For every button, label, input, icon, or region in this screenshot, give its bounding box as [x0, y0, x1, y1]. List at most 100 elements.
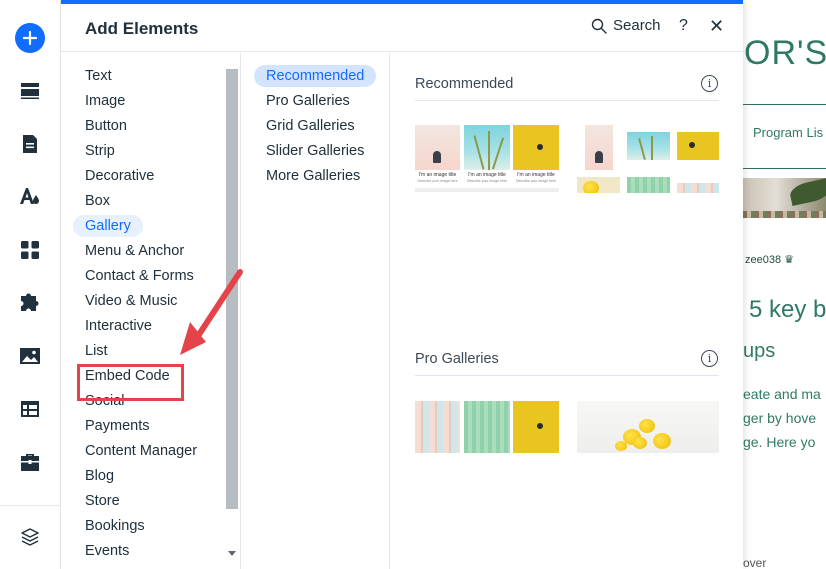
subcategory-recommended[interactable]: Recommended: [254, 65, 377, 87]
category-decorative[interactable]: Decorative: [73, 165, 166, 187]
thumb-subcaption: Describe your image here: [466, 179, 508, 183]
category-button[interactable]: Button: [73, 115, 139, 137]
section-divider: [415, 375, 719, 376]
category-store[interactable]: Store: [73, 490, 132, 512]
gallery-content: Recommended i I'm an image title I'm an …: [391, 53, 743, 569]
thumb-subcaption: Describe your image here: [515, 179, 557, 183]
site-paragraph-line: ger by hove: [743, 410, 817, 426]
apps-grid-icon: [21, 241, 39, 259]
panel-header: Add Elements Search ? ✕: [61, 4, 743, 52]
category-contact-forms[interactable]: Contact & Forms: [73, 265, 206, 287]
apps-button[interactable]: [10, 230, 50, 270]
subcategory-more-galleries[interactable]: More Galleries: [254, 165, 372, 187]
category-events[interactable]: Events: [73, 540, 141, 562]
gallery-thumbnail: [627, 132, 670, 160]
gallery-thumbnail: [513, 125, 559, 170]
category-content-manager[interactable]: Content Manager: [73, 440, 209, 462]
site-title: OR'S: [744, 34, 826, 72]
gallery-thumbnail: [415, 125, 460, 170]
puzzle-icon: [21, 293, 39, 311]
category-blog[interactable]: Blog: [73, 465, 126, 487]
info-icon[interactable]: i: [701, 75, 718, 92]
category-interactive[interactable]: Interactive: [73, 315, 164, 337]
gallery-thumbnail: [627, 177, 670, 193]
site-author: zee038 ♛: [745, 253, 794, 266]
category-menu-anchor[interactable]: Menu & Anchor: [73, 240, 196, 262]
section-title-pro-galleries: Pro Galleries: [415, 351, 499, 367]
lemon-shape: [633, 437, 647, 449]
category-bookings[interactable]: Bookings: [73, 515, 157, 537]
plant-shape: [488, 131, 490, 170]
gallery-preset-pro-slider[interactable]: [577, 401, 719, 453]
thumb-caption: I'm an image title: [468, 172, 506, 178]
plant-shape: [651, 136, 653, 160]
category-video-music[interactable]: Video & Music: [73, 290, 189, 312]
close-button[interactable]: ✕: [709, 16, 724, 37]
image-icon: [20, 348, 40, 364]
site-bottom-text: over: [743, 556, 767, 569]
info-icon[interactable]: i: [701, 350, 718, 367]
thumb-caption: I'm an image title: [418, 172, 457, 178]
business-apps-button[interactable]: [10, 283, 50, 323]
pages-button[interactable]: [10, 124, 50, 164]
gallery-thumbnail: [464, 125, 510, 170]
dot-shape: [537, 144, 543, 150]
plant-shape: [473, 135, 485, 170]
thumb-subcaption: Describe your image here: [417, 179, 458, 183]
category-text[interactable]: Text: [73, 65, 124, 87]
scroll-down-icon[interactable]: [228, 551, 236, 556]
subcategory-grid-galleries[interactable]: Grid Galleries: [254, 115, 367, 137]
category-embed-code[interactable]: Embed Code: [73, 365, 182, 387]
lemon-shape: [615, 441, 627, 451]
thumb-caption: I'm an image title: [517, 172, 555, 178]
sections-button[interactable]: [10, 71, 50, 111]
section-divider: [415, 100, 719, 101]
layers-button[interactable]: [10, 517, 50, 557]
category-strip[interactable]: Strip: [73, 140, 127, 162]
gallery-thumbnail: [677, 132, 719, 160]
thumb-row-strip: [415, 188, 559, 192]
sections-icon: [21, 83, 39, 99]
site-paragraph-line: ge. Here yo: [743, 434, 816, 450]
category-box[interactable]: Box: [73, 190, 122, 212]
category-image[interactable]: Image: [73, 90, 137, 112]
gallery-preset-grid-captions[interactable]: I'm an image title I'm an image title I'…: [415, 125, 559, 193]
gallery-preset-pro-grid[interactable]: [415, 401, 559, 453]
business-button[interactable]: [10, 442, 50, 482]
category-list[interactable]: List: [73, 340, 120, 362]
person-shape: [433, 151, 441, 163]
leaf-shape: [788, 178, 826, 206]
subcategory-list: Recommended Pro Galleries Grid Galleries…: [242, 53, 390, 569]
gallery-thumbnail: [585, 125, 613, 170]
site-heading: 5 key b: [749, 296, 826, 323]
plant-shape: [638, 138, 646, 160]
add-elements-panel: Add Elements Search ? ✕ Text Image Butto…: [61, 0, 743, 569]
category-social[interactable]: Social: [73, 390, 137, 412]
dot-shape: [689, 142, 695, 148]
category-scrollbar[interactable]: [226, 69, 238, 509]
gallery-thumbnail: [677, 183, 719, 193]
lemon-shape: [639, 419, 655, 433]
gallery-thumbnail: [415, 401, 460, 453]
gallery-thumbnail: [513, 401, 559, 453]
search-icon: [591, 18, 607, 34]
site-nav-item: Program Lis: [753, 125, 824, 140]
category-gallery[interactable]: Gallery: [73, 215, 143, 237]
subcategory-pro-galleries[interactable]: Pro Galleries: [254, 90, 362, 112]
add-elements-button[interactable]: [10, 18, 50, 58]
cms-button[interactable]: [10, 389, 50, 429]
dot-shape: [537, 423, 543, 429]
category-payments[interactable]: Payments: [73, 415, 161, 437]
search-button[interactable]: Search: [591, 17, 661, 34]
site-preview: OR'S Program Lis zee038 ♛ 5 key b ups ea…: [743, 0, 826, 569]
design-button[interactable]: [10, 177, 50, 217]
theme-icon: [20, 188, 39, 204]
media-button[interactable]: [10, 336, 50, 376]
gallery-thumbnail: [464, 401, 510, 453]
subcategory-slider-galleries[interactable]: Slider Galleries: [254, 140, 376, 162]
section-title-recommended: Recommended: [415, 76, 514, 92]
help-button[interactable]: ?: [679, 17, 688, 35]
site-image-strip: [743, 211, 826, 218]
gallery-preset-collage[interactable]: [577, 125, 719, 193]
toolbar-divider: [0, 505, 61, 506]
